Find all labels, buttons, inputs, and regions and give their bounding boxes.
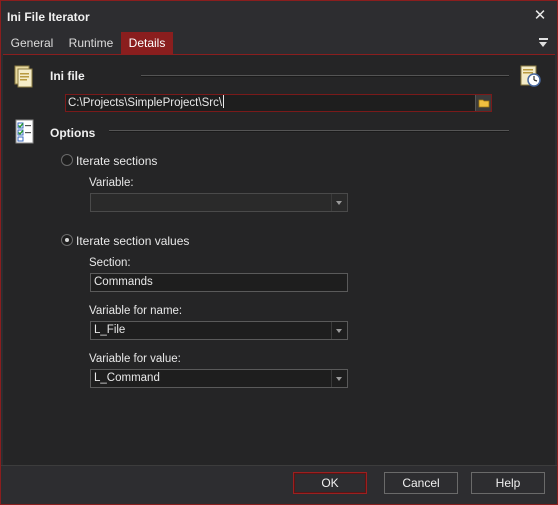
tab-details[interactable]: Details xyxy=(121,32,173,54)
tab-strip: General Runtime Details xyxy=(3,32,555,54)
variable-for-name-label: Variable for name: xyxy=(89,305,183,317)
browse-folder-button[interactable] xyxy=(475,95,491,111)
chevron-down-icon[interactable] xyxy=(331,370,347,387)
details-panel xyxy=(3,55,555,465)
help-button[interactable]: Help xyxy=(471,472,545,494)
chevron-down-icon[interactable] xyxy=(331,194,347,211)
variable-for-value-value: L_Command xyxy=(94,372,160,384)
ini-file-path-value: C:\Projects\SimpleProject\Src\ xyxy=(68,97,223,109)
section-input-value: Commands xyxy=(94,276,153,288)
title-bar: Ini File Iterator ✕ xyxy=(1,1,557,31)
tab-menu-icon[interactable] xyxy=(537,35,551,49)
section-input[interactable]: Commands xyxy=(90,273,348,292)
ok-button[interactable]: OK xyxy=(293,472,367,494)
variable-dropdown[interactable] xyxy=(90,193,348,212)
iterate-sections-radio[interactable] xyxy=(61,154,73,166)
variable-for-name-value: L_File xyxy=(94,324,126,336)
ini-file-path-input[interactable]: C:\Projects\SimpleProject\Src\ xyxy=(65,94,492,112)
iterate-sections-label[interactable]: Iterate sections xyxy=(76,154,157,168)
clock-document-icon xyxy=(520,65,541,87)
options-heading: Options xyxy=(50,126,96,140)
options-checklist-icon xyxy=(15,119,34,144)
chevron-down-icon[interactable] xyxy=(331,322,347,339)
cancel-button[interactable]: Cancel xyxy=(384,472,458,494)
options-divider xyxy=(109,130,509,132)
close-button[interactable]: ✕ xyxy=(529,6,551,26)
dialog-window: Ini File Iterator ✕ General Runtime Deta… xyxy=(0,0,558,505)
section-label: Section: xyxy=(89,257,131,269)
tab-general[interactable]: General xyxy=(5,32,59,54)
variable-for-value-label: Variable for value: xyxy=(89,353,181,365)
ini-file-divider xyxy=(141,75,509,77)
ini-file-icon xyxy=(14,65,33,88)
close-icon: ✕ xyxy=(533,7,547,24)
iterate-section-values-radio[interactable] xyxy=(61,234,73,246)
ini-file-heading: Ini file xyxy=(50,69,85,83)
window-title: Ini File Iterator xyxy=(7,10,90,24)
folder-icon xyxy=(478,99,490,108)
tab-runtime[interactable]: Runtime xyxy=(61,32,121,54)
variable-label: Variable: xyxy=(89,177,134,189)
variable-for-name-dropdown[interactable]: L_File xyxy=(90,321,348,340)
variable-for-value-dropdown[interactable]: L_Command xyxy=(90,369,348,388)
iterate-section-values-label[interactable]: Iterate section values xyxy=(76,234,189,248)
